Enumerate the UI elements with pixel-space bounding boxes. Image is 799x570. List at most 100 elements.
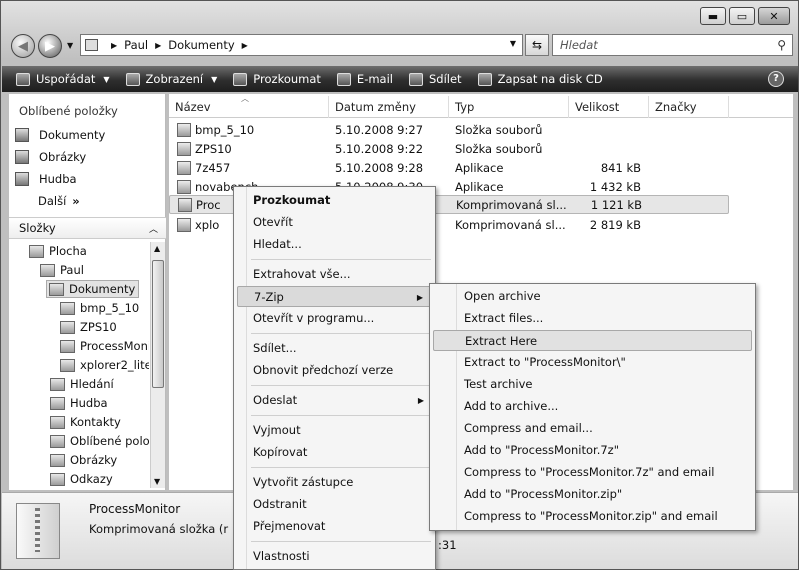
user-folder-icon bbox=[40, 263, 55, 277]
tree-item-paul[interactable]: Paul bbox=[40, 263, 84, 277]
tree-item-bmp[interactable]: bmp_5_10 bbox=[60, 301, 139, 315]
command-bar: Uspořádat ▼ Zobrazení ▼ Prozkoumat E-mail … bbox=[2, 66, 798, 92]
file-type: Aplikace bbox=[455, 160, 504, 175]
menu-item-properties[interactable]: Vlastnosti bbox=[237, 546, 432, 567]
submenu-item-extract-here[interactable]: Extract Here bbox=[433, 330, 752, 351]
table-row[interactable]: 7z457 5.10.2008 9:28 Aplikace 841 kB bbox=[169, 158, 729, 177]
menu-item-copy[interactable]: Kopírovat bbox=[237, 442, 432, 463]
tree-item-documents[interactable]: Dokumenty bbox=[46, 280, 140, 298]
burn-button[interactable]: Zapsat na disk CD bbox=[477, 72, 603, 86]
search-input[interactable]: Hledat ⚲ bbox=[552, 34, 793, 56]
tree-item-xplorer2[interactable]: xplorer2_lite bbox=[60, 358, 149, 372]
breadcrumb-dokumenty[interactable]: Dokumenty bbox=[168, 38, 234, 52]
menu-item-7zip[interactable]: 7-Zip ▶ bbox=[237, 286, 432, 307]
back-button[interactable]: ◀ bbox=[11, 34, 35, 58]
more-label: Další bbox=[38, 194, 67, 208]
links-icon bbox=[50, 472, 65, 486]
breadcrumb-separator-icon[interactable]: ▶ bbox=[155, 41, 161, 50]
tree-item-favorites[interactable]: Oblíbené polo bbox=[50, 434, 149, 448]
double-chevron-icon: » bbox=[72, 194, 80, 208]
submenu-item-add-to-archive[interactable]: Add to archive... bbox=[433, 396, 752, 417]
file-type: Aplikace bbox=[455, 179, 504, 194]
column-tags[interactable]: Značky bbox=[649, 96, 729, 118]
menu-item-open-with[interactable]: Otevřít v programu... bbox=[237, 308, 432, 329]
recent-pages-dropdown-icon[interactable]: ▼ bbox=[67, 41, 73, 50]
column-date[interactable]: Datum změny bbox=[329, 96, 449, 118]
tree-item-pictures[interactable]: Obrázky bbox=[50, 453, 117, 467]
favorite-documents[interactable]: Dokumenty bbox=[15, 128, 105, 142]
breadcrumb-paul[interactable]: Paul bbox=[124, 38, 148, 52]
pictures-icon bbox=[50, 453, 65, 467]
file-size: 1 121 kB bbox=[590, 197, 642, 212]
tree-label: ProcessMoni bbox=[80, 339, 149, 353]
menu-item-open[interactable]: Otevřít bbox=[237, 212, 432, 233]
tree-item-desktop[interactable]: Plocha bbox=[29, 244, 87, 258]
menu-item-restore-versions[interactable]: Obnovit předchozí verze bbox=[237, 360, 432, 381]
tree-item-processmonitor[interactable]: ProcessMoni bbox=[60, 339, 149, 353]
views-button[interactable]: Zobrazení ▼ bbox=[125, 72, 217, 86]
forward-button[interactable]: ▶ bbox=[38, 34, 62, 58]
folders-label: Složky bbox=[19, 221, 56, 235]
tree-label: Hudba bbox=[70, 396, 108, 410]
more-link[interactable]: Další » bbox=[38, 194, 80, 208]
menu-item-delete[interactable]: Odstranit bbox=[237, 494, 432, 515]
file-date: 5.10.2008 9:22 bbox=[335, 141, 424, 156]
email-button[interactable]: E-mail bbox=[336, 72, 393, 86]
submenu-item-open-archive[interactable]: Open archive bbox=[433, 286, 752, 307]
menu-item-create-shortcut[interactable]: Vytvořit zástupce bbox=[237, 472, 432, 493]
submenu-item-add-7z[interactable]: Add to "ProcessMonitor.7z" bbox=[433, 440, 752, 461]
breadcrumb-separator-icon[interactable]: ▶ bbox=[111, 41, 117, 50]
address-dropdown-icon[interactable]: ▼ bbox=[510, 39, 516, 48]
share-button[interactable]: Sdílet bbox=[408, 72, 462, 86]
menu-item-send-to[interactable]: Odeslat ▶ bbox=[237, 390, 432, 411]
submenu-item-compress-zip-email[interactable]: Compress to "ProcessMonitor.zip" and ema… bbox=[433, 506, 752, 527]
submenu-item-compress-7z-email[interactable]: Compress to "ProcessMonitor.7z" and emai… bbox=[433, 462, 752, 483]
submenu-item-test-archive[interactable]: Test archive bbox=[433, 374, 752, 395]
submenu-item-extract-to-folder[interactable]: Extract to "ProcessMonitor\" bbox=[433, 352, 752, 373]
zip-folder-icon bbox=[60, 358, 75, 372]
column-size[interactable]: Velikost bbox=[569, 96, 649, 118]
file-type: Komprimovaná sl... bbox=[456, 197, 567, 212]
menu-item-search[interactable]: Hledat... bbox=[237, 234, 432, 255]
maximize-button[interactable]: ▭ bbox=[729, 7, 755, 25]
column-name[interactable]: ︿ Název bbox=[169, 94, 329, 118]
file-name: 7z457 bbox=[195, 160, 231, 175]
submenu-item-add-zip[interactable]: Add to "ProcessMonitor.zip" bbox=[433, 484, 752, 505]
organize-button[interactable]: Uspořádat ▼ bbox=[16, 72, 110, 86]
favorite-pictures[interactable]: Obrázky bbox=[15, 150, 86, 164]
table-row[interactable]: ZPS10 5.10.2008 9:22 Složka souborů bbox=[169, 139, 729, 158]
submenu-item-extract-files[interactable]: Extract files... bbox=[433, 308, 752, 329]
address-bar[interactable]: ▶ Paul ▶ Dokumenty ▶ ▼ bbox=[80, 34, 523, 56]
file-name: xplo bbox=[195, 217, 220, 232]
scroll-up-icon[interactable]: ▲ bbox=[154, 244, 160, 253]
menu-item-cut[interactable]: Vyjmout bbox=[237, 420, 432, 441]
folders-header[interactable]: Složky ︿ bbox=[9, 217, 166, 239]
scroll-down-icon[interactable]: ▼ bbox=[154, 477, 160, 486]
folder-icon bbox=[177, 141, 191, 156]
table-row[interactable]: bmp_5_10 5.10.2008 9:27 Složka souborů bbox=[169, 120, 729, 139]
submenu-item-compress-email[interactable]: Compress and email... bbox=[433, 418, 752, 439]
tree-item-links[interactable]: Odkazy bbox=[50, 472, 113, 486]
tree-item-zps10[interactable]: ZPS10 bbox=[60, 320, 117, 334]
explore-button[interactable]: Prozkoumat bbox=[233, 72, 321, 86]
search-icon[interactable]: ⚲ bbox=[777, 38, 786, 52]
file-date: 5.10.2008 9:27 bbox=[335, 122, 424, 137]
scrollbar-thumb[interactable] bbox=[152, 260, 164, 388]
menu-item-explore[interactable]: Prozkoumat bbox=[237, 190, 432, 211]
breadcrumb-separator-icon[interactable]: ▶ bbox=[242, 41, 248, 50]
tree-item-contacts[interactable]: Kontakty bbox=[50, 415, 121, 429]
tree-scrollbar[interactable]: ▲ ▼ bbox=[150, 242, 165, 488]
refresh-button[interactable]: ⇆ bbox=[525, 34, 549, 56]
tree-item-music[interactable]: Hudba bbox=[50, 396, 108, 410]
menu-separator bbox=[251, 415, 431, 416]
help-icon[interactable]: ? bbox=[768, 71, 784, 87]
column-type[interactable]: Typ bbox=[449, 96, 569, 118]
favorite-music[interactable]: Hudba bbox=[15, 172, 77, 186]
menu-item-share[interactable]: Sdílet... bbox=[237, 338, 432, 359]
close-button[interactable]: ✕ bbox=[758, 7, 790, 25]
minimize-button[interactable]: ▬ bbox=[700, 7, 726, 25]
menu-item-extract-all[interactable]: Extrahovat vše... bbox=[237, 264, 432, 285]
tree-label: Obrázky bbox=[70, 453, 118, 467]
menu-item-rename[interactable]: Přejmenovat bbox=[237, 516, 432, 537]
tree-item-searches[interactable]: Hledání bbox=[50, 377, 114, 391]
